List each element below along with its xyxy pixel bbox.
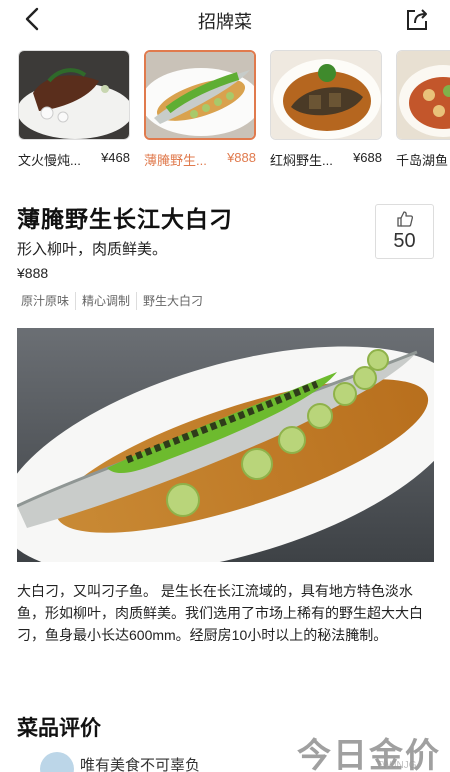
dish-caption: 红焖野生... ¥688 <box>270 150 382 169</box>
dish-card-selected[interactable]: 薄腌野生... ¥888 <box>144 50 262 169</box>
dish-name: 文火慢炖... <box>18 153 81 168</box>
watermark: 今日金价 <box>297 736 441 772</box>
dish-caption: 文火慢炖... ¥468 <box>18 150 130 169</box>
like-button[interactable]: 50 <box>375 204 434 259</box>
dish-name: 薄腌野生... <box>144 153 207 168</box>
nav-bar: 招牌菜 <box>0 0 450 40</box>
dish-description: 大白刁，又叫刁子鱼。 是生长在长江流域的，具有地方特色淡水鱼，形如柳叶，肉质鲜美… <box>17 583 423 643</box>
dish-price: ¥468 <box>101 150 130 165</box>
tag: 野生大白刁 <box>136 292 209 310</box>
dish-price-main: ¥888 <box>17 265 49 281</box>
reviewer-name: 唯有美食不可辜负 <box>80 757 201 772</box>
dish-tags: 原汁原味 精心调制 野生大白刁 <box>17 292 209 310</box>
dish-name: 千岛湖鱼 <box>396 153 449 168</box>
dish-carousel[interactable]: 文火慢炖... ¥468 薄腌野生... ¥888 红焖野生... ¥688 千… <box>0 50 450 175</box>
thumbs-up-icon <box>396 211 413 227</box>
watermark-sub: TWJNJG <box>376 760 417 771</box>
dish-card[interactable]: 文火慢炖... ¥468 <box>18 50 136 169</box>
dish-title: 薄腌野生长江大白刁 <box>17 206 233 232</box>
dish-thumbnail <box>270 50 382 140</box>
dish-photo <box>17 328 434 562</box>
dish-subtitle: 形入柳叶，肉质鲜美。 <box>17 241 168 258</box>
dish-thumbnail <box>18 50 130 140</box>
dish-price: ¥688 <box>353 150 382 165</box>
dish-thumbnail <box>396 50 450 140</box>
tag: 精心调制 <box>75 292 136 310</box>
tag: 原汁原味 <box>21 294 70 308</box>
dish-caption: 薄腌野生... ¥888 <box>144 150 256 169</box>
share-icon[interactable] <box>404 6 430 32</box>
dish-caption: 千岛湖鱼 <box>396 150 450 169</box>
avatar[interactable] <box>40 752 74 772</box>
dish-name: 红焖野生... <box>270 153 333 168</box>
page-title: 招牌菜 <box>198 12 252 32</box>
dish-thumbnail <box>144 50 256 140</box>
reviews-heading: 菜品评价 <box>17 717 101 740</box>
like-count: 50 <box>393 230 416 252</box>
dish-card[interactable]: 红焖野生... ¥688 <box>270 50 388 169</box>
dish-price: ¥888 <box>227 150 256 165</box>
dish-card[interactable]: 千岛湖鱼 <box>396 50 450 169</box>
